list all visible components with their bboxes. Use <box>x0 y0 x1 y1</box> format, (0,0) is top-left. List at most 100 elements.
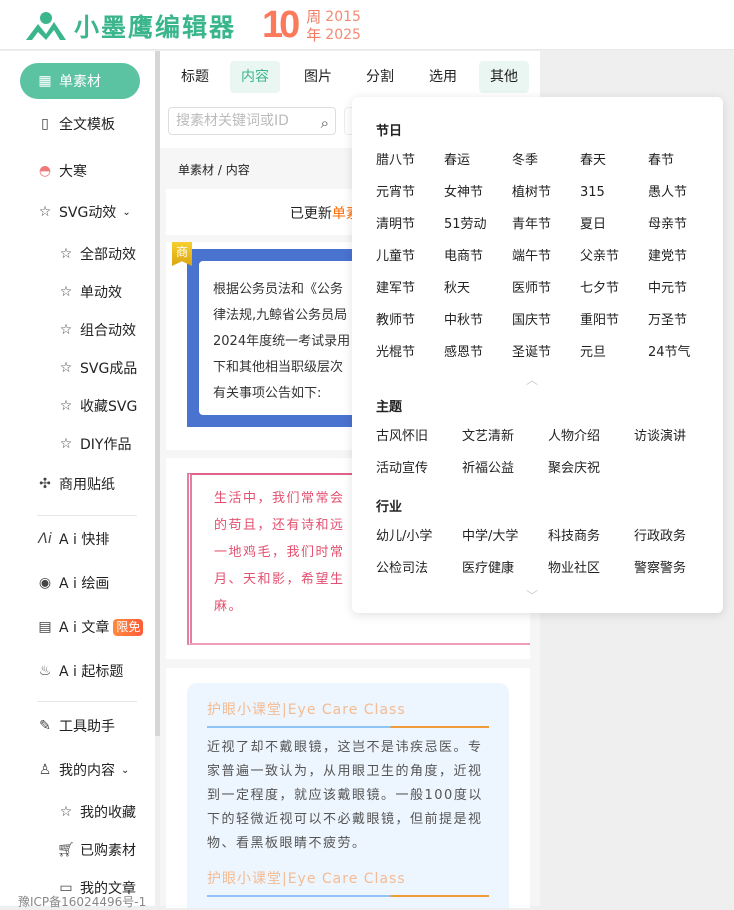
dropdown-option[interactable]: 元旦 <box>580 337 648 369</box>
sidebar-item-my-content[interactable]: ♙ 我的内容 ⌄ <box>36 758 130 782</box>
dropdown-option[interactable]: 古风怀旧 <box>376 421 462 453</box>
sidebar-item-fav-svg[interactable]: ☆ 收藏SVG <box>57 394 138 418</box>
sidebar: ▦ 单素材 ▯ 全文模板 ◓ 大寒 ☆ SVG动效 ⌄ ☆ 全部动效 ☆ 单动效 ☆ 组合动效 … <box>0 51 155 909</box>
dropdown-option[interactable]: 人物介绍 <box>548 421 634 453</box>
dropdown-option[interactable]: 重阳节 <box>580 305 648 337</box>
dropdown-option[interactable]: 行政政务 <box>634 521 720 553</box>
sidebar-item-ai-paint[interactable]: ◉ A i 绘画 <box>36 571 109 595</box>
dropdown-option[interactable]: 中秋节 <box>444 305 512 337</box>
sidebar-item-my-favorites[interactable]: ☆ 我的收藏 <box>57 800 136 824</box>
sidebar-item-single-material[interactable]: ▦ 单素材 <box>20 63 140 99</box>
tab-image[interactable]: 图片 <box>293 61 343 93</box>
tab-select[interactable]: 选用 <box>418 61 468 93</box>
eagle-logo-icon <box>26 12 66 40</box>
sidebar-item-stickers[interactable]: ✣ 商用贴纸 <box>36 472 115 496</box>
dropdown-option[interactable]: 电商节 <box>444 241 512 273</box>
tab-content[interactable]: 内容 <box>230 61 280 93</box>
dropdown-option[interactable]: 感恩节 <box>444 337 512 369</box>
search-icon[interactable]: ⌕ <box>321 110 329 136</box>
sidebar-item-single-effect[interactable]: ☆ 单动效 <box>57 280 122 304</box>
puzzle-icon: ✣ <box>39 476 51 492</box>
section-title-themes: 主题 <box>376 400 403 415</box>
sidebar-item-combo-effect[interactable]: ☆ 组合动效 <box>57 318 136 342</box>
dropdown-option[interactable]: 物业社区 <box>548 553 634 585</box>
dropdown-option[interactable]: 腊八节 <box>376 145 444 177</box>
dropdown-option[interactable]: 祈福公益 <box>462 453 548 485</box>
dropdown-option[interactable]: 元宵节 <box>376 177 444 209</box>
tab-divider[interactable]: 分割 <box>355 61 405 93</box>
dropdown-option[interactable]: 万圣节 <box>648 305 716 337</box>
icp-record[interactable]: 豫ICP备16024496号-1 <box>18 893 146 910</box>
festival-icon: ◓ <box>38 163 52 179</box>
dropdown-option[interactable]: 春天 <box>580 145 648 177</box>
material-card[interactable]: 护眼小课堂|Eye Care Class 近视了却不戴眼镜，这岂不是讳疾忌医。专… <box>166 668 530 908</box>
dropdown-option[interactable]: 植树节 <box>512 177 580 209</box>
dropdown-option[interactable]: 女神节 <box>444 177 512 209</box>
dropdown-option[interactable]: 建军节 <box>376 273 444 305</box>
dropdown-option[interactable]: 中元节 <box>648 273 716 305</box>
sidebar-item-all-effects[interactable]: ☆ 全部动效 <box>57 242 136 266</box>
dropdown-option[interactable]: 青年节 <box>512 209 580 241</box>
dropdown-option[interactable]: 圣诞节 <box>512 337 580 369</box>
dropdown-option[interactable]: 医疗健康 <box>462 553 548 585</box>
dropdown-option[interactable]: 聚会庆祝 <box>548 453 634 485</box>
dropdown-option[interactable]: 冬季 <box>512 145 580 177</box>
dropdown-option[interactable]: 儿童节 <box>376 241 444 273</box>
sidebar-item-ai-layout[interactable]: Λi A i 快排 <box>36 527 109 551</box>
dropdown-option[interactable]: 24节气 <box>648 337 716 369</box>
section-title-festivals: 节日 <box>376 124 403 139</box>
divider <box>37 515 137 516</box>
dropdown-option[interactable]: 科技商务 <box>548 521 634 553</box>
anniversary-label-bottom: 年 <box>306 25 322 44</box>
sidebar-item-diy[interactable]: ☆ DIY作品 <box>57 432 132 456</box>
tab-title[interactable]: 标题 <box>170 61 220 93</box>
dropdown-option[interactable]: 春节 <box>648 145 716 177</box>
sidebar-item-svg-products[interactable]: ☆ SVG成品 <box>57 356 138 380</box>
dropdown-option[interactable]: 秋天 <box>444 273 512 305</box>
dropdown-option[interactable]: 中学/大学 <box>462 521 548 553</box>
chevron-down-icon: ⌄ <box>121 764 130 776</box>
chevron-down-icon[interactable]: ﹀ <box>526 587 538 604</box>
dropdown-option[interactable]: 国庆节 <box>512 305 580 337</box>
dropdown-option[interactable]: 文艺清新 <box>462 421 548 453</box>
tab-other[interactable]: 其他 <box>479 61 529 93</box>
dropdown-option[interactable]: 51劳动 <box>444 209 512 241</box>
card-title: 护眼小课堂|Eye Care Class <box>207 702 406 718</box>
theme-grid: 古风怀旧 文艺清新 人物介绍 访谈演讲活动宣传 祈福公益 聚会庆祝 <box>376 421 720 485</box>
dropdown-option[interactable]: 春运 <box>444 145 512 177</box>
chevron-up-icon[interactable]: ︿ <box>526 371 538 388</box>
dropdown-option[interactable]: 建党节 <box>648 241 716 273</box>
sidebar-item-purchased[interactable]: 🛒︎ 已购素材 <box>57 838 136 862</box>
dropdown-option[interactable]: 七夕节 <box>580 273 648 305</box>
dropdown-option[interactable]: 活动宣传 <box>376 453 462 485</box>
dropdown-option[interactable]: 母亲节 <box>648 209 716 241</box>
header: 小墨鹰编辑器 10 周年 2015 2025 <box>0 0 734 50</box>
search-input[interactable]: 搜素材关键词或ID ⌕ <box>168 107 336 135</box>
dropdown-option[interactable]: 315 <box>580 177 648 209</box>
dropdown-option[interactable]: 访谈演讲 <box>634 421 720 453</box>
sidebar-item-templates[interactable]: ▯ 全文模板 <box>36 112 115 136</box>
dropdown-option[interactable]: 端午节 <box>512 241 580 273</box>
sidebar-item-svg[interactable]: ☆ SVG动效 ⌄ <box>36 200 131 224</box>
palette-icon: ◉ <box>38 575 52 591</box>
sidebar-item-festival[interactable]: ◓ 大寒 <box>36 159 87 183</box>
dropdown-option[interactable]: 幼儿/小学 <box>376 521 462 553</box>
section-title-industries: 行业 <box>376 500 403 515</box>
template-icon: ▯ <box>41 116 49 132</box>
sidebar-item-ai-article[interactable]: ▤ A i 文章 限免 <box>36 615 144 639</box>
dropdown-option[interactable]: 父亲节 <box>580 241 648 273</box>
dropdown-option[interactable]: 光棍节 <box>376 337 444 369</box>
sidebar-item-ai-title[interactable]: ♨ A i 起标题 <box>36 659 124 683</box>
star-s-icon: ☆ <box>59 246 73 262</box>
divider <box>37 701 137 702</box>
dropdown-option[interactable]: 清明节 <box>376 209 444 241</box>
dropdown-option[interactable]: 愚人节 <box>648 177 716 209</box>
logo[interactable]: 小墨鹰编辑器 <box>24 8 236 44</box>
dropdown-option[interactable]: 公检司法 <box>376 553 462 585</box>
dropdown-option[interactable]: 警察警务 <box>634 553 720 585</box>
dropdown-option[interactable]: 夏日 <box>580 209 648 241</box>
dropdown-option[interactable]: 医师节 <box>512 273 580 305</box>
dropdown-option[interactable]: 教师节 <box>376 305 444 337</box>
year-end: 2025 <box>325 26 361 43</box>
sidebar-item-tools[interactable]: ✎ 工具助手 <box>36 714 115 738</box>
